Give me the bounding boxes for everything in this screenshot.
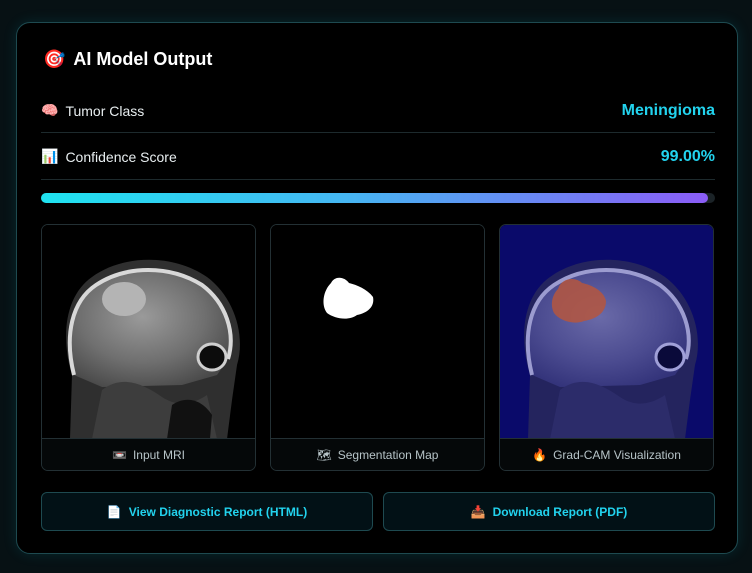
download-report-label: Download Report (PDF) xyxy=(492,504,628,519)
input-mri-label: Input MRI xyxy=(132,447,185,462)
view-report-button[interactable]: 📄 View Diagnostic Report (HTML) xyxy=(41,492,373,531)
flame-icon: 🔥 xyxy=(532,447,548,462)
tumor-class-value: Meningioma xyxy=(621,101,715,119)
confidence-row: 📊 Confidence Score 99.00% xyxy=(41,134,715,180)
segmentation-map-image xyxy=(271,225,484,439)
confidence-value: 99.00% xyxy=(660,147,715,165)
document-icon: 📄 xyxy=(106,504,122,519)
view-report-label: View Diagnostic Report (HTML) xyxy=(128,504,308,519)
segmentation-map-label: Segmentation Map xyxy=(337,447,439,462)
brain-icon: 🧠 xyxy=(41,102,59,119)
input-mri-image xyxy=(42,225,255,439)
input-mri-caption: 📼 Input MRI xyxy=(42,438,255,470)
tumor-class-row: 🧠 Tumor Class Meningioma xyxy=(41,89,715,133)
bar-chart-icon: 📊 xyxy=(41,148,59,165)
download-icon: 📥 xyxy=(470,504,486,519)
gradcam-image xyxy=(500,225,713,439)
map-icon: 🗺 xyxy=(316,447,332,462)
gradcam-caption: 🔥 Grad-CAM Visualization xyxy=(500,438,713,470)
segmentation-map-panel[interactable]: 🗺 Segmentation Map xyxy=(270,224,485,471)
tumor-class-label: Tumor Class xyxy=(65,102,145,119)
card-title-text: AI Model Output xyxy=(73,49,213,69)
monitor-icon: 📼 xyxy=(112,447,127,462)
gradcam-label: Grad-CAM Visualization xyxy=(553,447,681,462)
target-icon: 🎯 xyxy=(43,49,66,70)
confidence-progress-fill xyxy=(41,193,709,203)
visualization-panels: 📼 Input MRI 🗺 Segmentation Map 🔥 Grad-CA… xyxy=(41,224,715,472)
input-mri-panel[interactable]: 📼 Input MRI xyxy=(41,224,256,471)
confidence-label: Confidence Score xyxy=(65,148,177,165)
gradcam-panel[interactable]: 🔥 Grad-CAM Visualization xyxy=(499,224,714,471)
download-report-button[interactable]: 📥 Download Report (PDF) xyxy=(383,492,715,531)
segmentation-map-caption: 🗺 Segmentation Map xyxy=(271,438,484,470)
confidence-progress-bar xyxy=(41,193,715,203)
card-title: 🎯 AI Model Output xyxy=(43,49,212,70)
model-output-card: 🎯 AI Model Output 🧠 Tumor Class Meningio… xyxy=(16,22,738,554)
